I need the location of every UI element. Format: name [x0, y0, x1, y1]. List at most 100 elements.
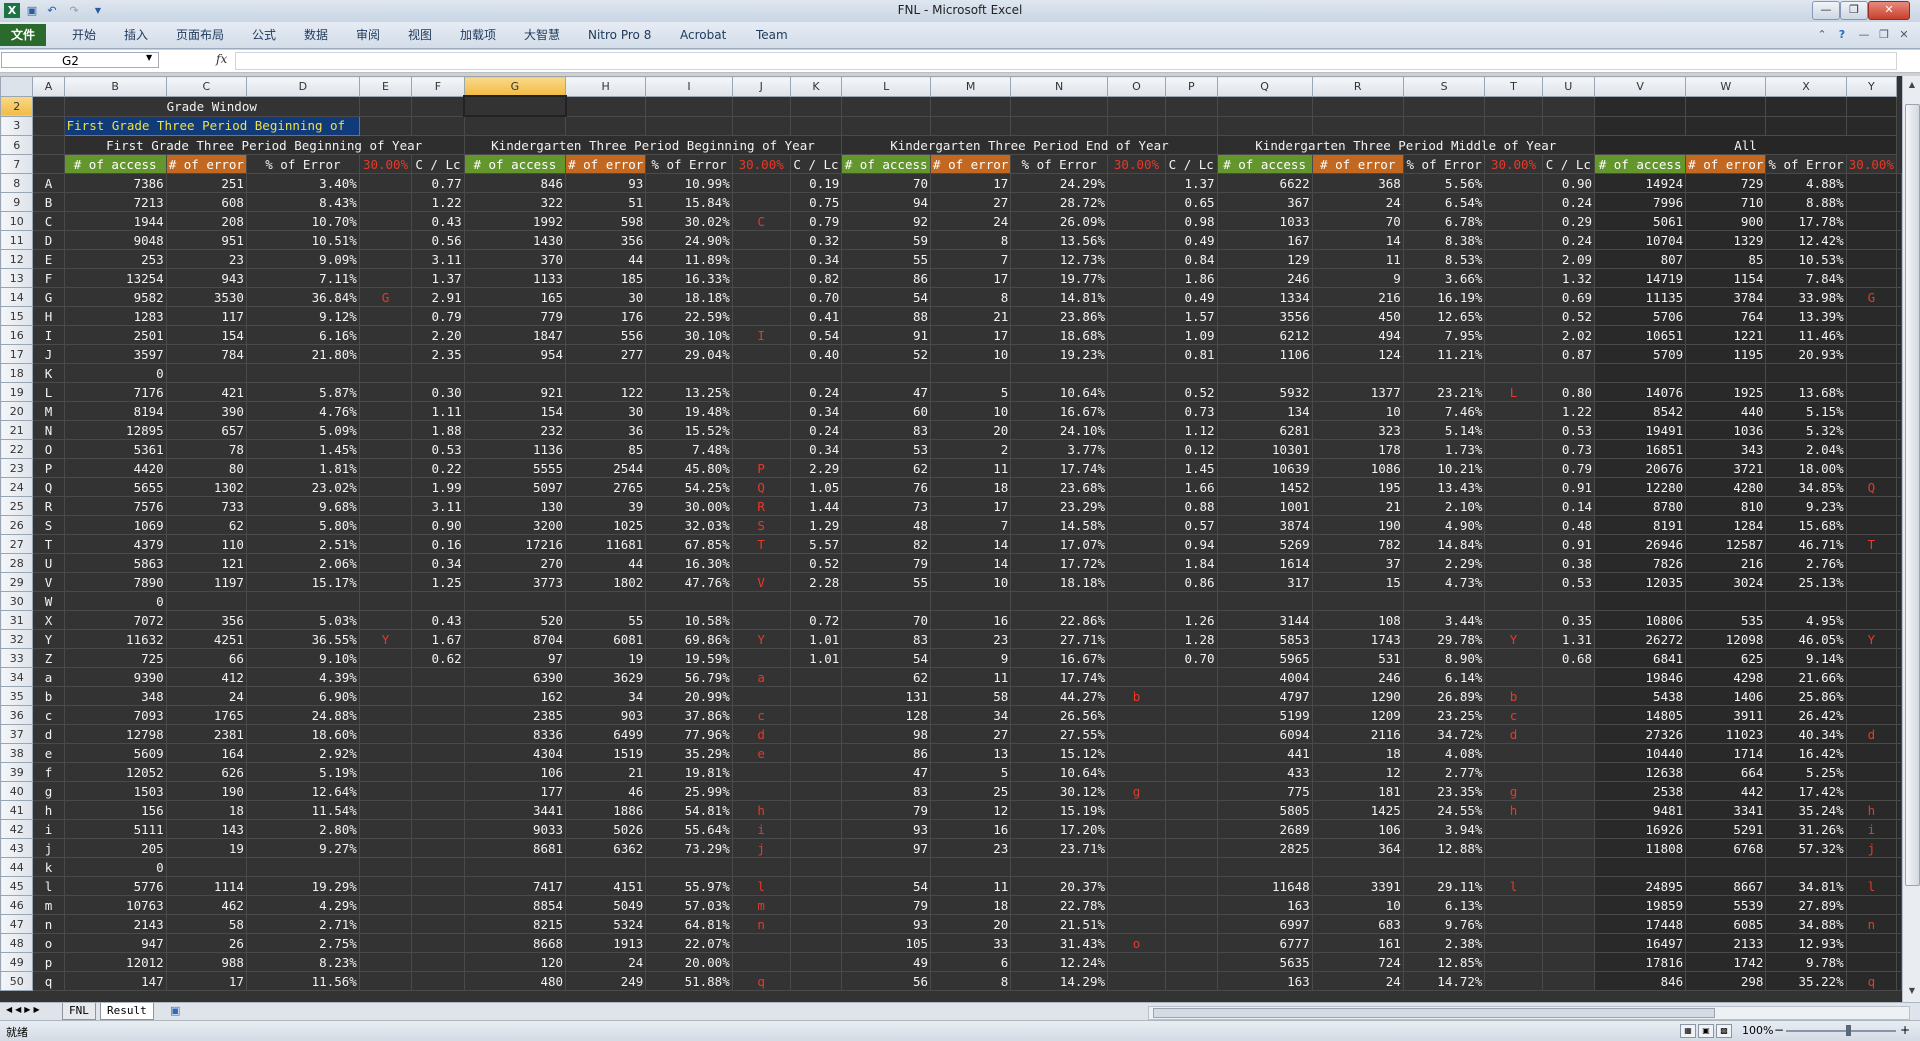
error-count[interactable]: 14 — [1311, 230, 1404, 250]
cl-ratio[interactable] — [789, 838, 843, 858]
tab-view[interactable]: 视图 — [408, 25, 432, 45]
threshold-flag[interactable] — [1484, 173, 1543, 193]
row-header[interactable]: 42 — [0, 819, 34, 839]
cell[interactable] — [1896, 952, 1902, 972]
access-count[interactable]: 53 — [841, 439, 932, 459]
error-count[interactable]: 556 — [565, 325, 647, 345]
access-count[interactable]: 76 — [841, 477, 932, 497]
row-label[interactable]: h — [32, 800, 65, 820]
cell[interactable] — [1896, 534, 1902, 554]
pct-error[interactable]: 8.38% — [1402, 230, 1486, 250]
access-count[interactable]: 0 — [63, 857, 167, 877]
threshold-flag[interactable] — [1107, 515, 1166, 535]
pct-error[interactable]: 5.25% — [1765, 762, 1847, 782]
cl-ratio[interactable]: 1.22 — [1541, 401, 1596, 421]
threshold-flag[interactable] — [1845, 952, 1898, 972]
pct-error[interactable]: 2.38% — [1402, 933, 1486, 953]
cell[interactable] — [1896, 306, 1902, 326]
cl-ratio[interactable] — [789, 781, 843, 801]
pct-error[interactable]: 5.87% — [245, 382, 360, 402]
threshold-flag[interactable] — [1107, 591, 1166, 611]
cl-ratio[interactable]: 1.99 — [411, 477, 465, 497]
access-count[interactable]: 8854 — [463, 895, 567, 915]
pct-error[interactable]: 6.54% — [1402, 192, 1486, 212]
pct-error[interactable]: 17.42% — [1765, 781, 1847, 801]
cell[interactable] — [1896, 971, 1902, 991]
access-count[interactable]: 5269 — [1216, 534, 1313, 554]
pct-error[interactable]: 10.70% — [245, 211, 360, 231]
threshold-flag[interactable] — [1845, 857, 1898, 877]
cl-ratio[interactable]: 2.02 — [1541, 325, 1596, 345]
threshold-flag[interactable] — [1845, 306, 1898, 326]
access-count[interactable]: 55 — [841, 572, 932, 592]
threshold-flag[interactable]: j — [1845, 838, 1898, 858]
threshold-flag[interactable] — [731, 686, 791, 706]
row-label[interactable]: S — [32, 515, 65, 535]
pct-error[interactable]: 7.11% — [245, 268, 360, 288]
access-count[interactable]: 8194 — [63, 401, 167, 421]
access-count[interactable]: 947 — [63, 933, 167, 953]
pct-error[interactable]: 36.84% — [245, 287, 360, 307]
access-count[interactable] — [841, 591, 932, 611]
threshold-flag[interactable] — [1484, 325, 1543, 345]
threshold-flag[interactable] — [1107, 648, 1166, 668]
access-count[interactable]: 134 — [1216, 401, 1313, 421]
pct-error[interactable]: 47.76% — [645, 572, 733, 592]
access-count[interactable]: 8681 — [463, 838, 567, 858]
error-count[interactable]: 5324 — [565, 914, 647, 934]
threshold-flag[interactable]: a — [731, 667, 791, 687]
threshold-flag[interactable] — [1845, 211, 1898, 231]
error-count[interactable]: 356 — [165, 610, 247, 630]
cl-ratio[interactable]: 0.24 — [1541, 192, 1596, 212]
threshold-flag[interactable]: g — [1484, 781, 1543, 801]
cell[interactable] — [411, 115, 465, 136]
cl-ratio[interactable]: 0.22 — [411, 458, 465, 478]
error-count[interactable]: 2133 — [1685, 933, 1767, 953]
tab-review[interactable]: 审阅 — [356, 25, 380, 45]
access-count[interactable]: 70 — [841, 610, 932, 630]
threshold-flag[interactable] — [358, 534, 413, 554]
error-count[interactable]: 943 — [165, 268, 247, 288]
error-count[interactable]: 36 — [565, 420, 647, 440]
access-count[interactable]: 9481 — [1594, 800, 1687, 820]
pct-error[interactable]: 19.29% — [245, 876, 360, 896]
sheet-tab-result[interactable]: Result — [100, 1003, 154, 1020]
cl-ratio[interactable]: 0.62 — [411, 648, 465, 668]
page-break-view-icon[interactable]: ▩ — [1716, 1024, 1732, 1038]
pct-error[interactable]: 27.89% — [1765, 895, 1847, 915]
pct-error[interactable]: 8.43% — [245, 192, 360, 212]
row-header[interactable]: 22 — [0, 439, 34, 459]
access-count[interactable]: 48 — [841, 515, 932, 535]
access-count[interactable] — [463, 363, 567, 383]
threshold-flag[interactable]: Y — [1484, 629, 1543, 649]
cl-ratio[interactable]: 0.69 — [1541, 287, 1596, 307]
pct-error[interactable]: 14.29% — [1010, 971, 1108, 991]
error-count[interactable]: 1886 — [565, 800, 647, 820]
threshold-flag[interactable] — [731, 952, 791, 972]
cl-ratio[interactable]: 1.66 — [1164, 477, 1218, 497]
cell[interactable] — [930, 115, 1012, 136]
pct-error[interactable]: 12.85% — [1402, 952, 1486, 972]
error-count[interactable]: 1765 — [165, 705, 247, 725]
threshold-flag[interactable] — [1107, 249, 1166, 269]
error-count[interactable]: 11 — [930, 458, 1012, 478]
error-count[interactable]: 161 — [1311, 933, 1404, 953]
cell[interactable] — [358, 95, 413, 117]
access-count[interactable]: 6281 — [1216, 420, 1313, 440]
error-count[interactable]: 2 — [930, 439, 1012, 459]
row-label[interactable]: U — [32, 553, 65, 573]
tab-insert[interactable]: 插入 — [124, 25, 148, 45]
access-count[interactable] — [1594, 363, 1687, 383]
threshold-flag[interactable] — [1107, 401, 1166, 421]
access-count[interactable]: 70 — [841, 173, 932, 193]
access-count[interactable]: 6390 — [463, 667, 567, 687]
threshold-flag[interactable]: c — [731, 705, 791, 725]
cl-ratio[interactable] — [1541, 971, 1596, 991]
cell[interactable] — [1896, 629, 1902, 649]
error-count[interactable] — [565, 857, 647, 877]
threshold-flag[interactable] — [1484, 838, 1543, 858]
cl-ratio[interactable]: 0.53 — [1541, 420, 1596, 440]
help-icon[interactable]: ? — [1834, 27, 1850, 43]
pct-error[interactable]: 6.14% — [1402, 667, 1486, 687]
error-count[interactable]: 9 — [1311, 268, 1404, 288]
